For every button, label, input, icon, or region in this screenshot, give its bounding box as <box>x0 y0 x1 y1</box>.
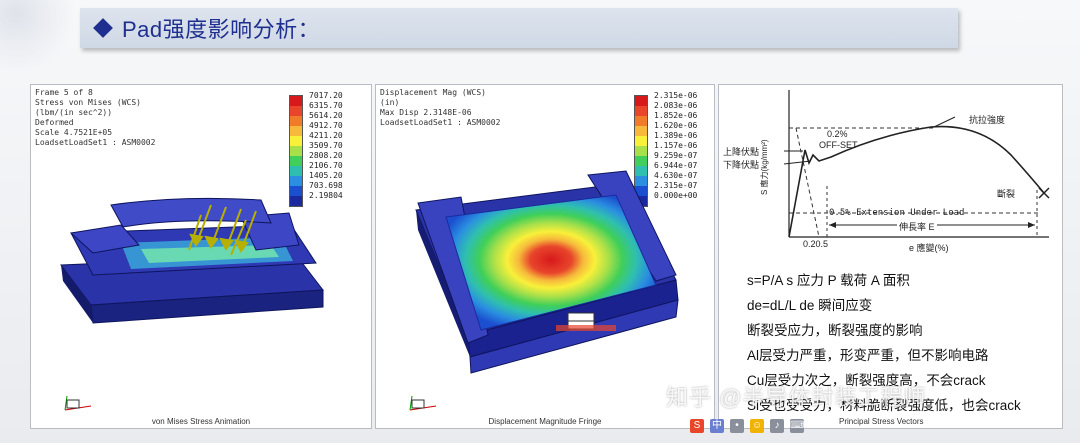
principal-stress-caption: Principal Stress Vectors <box>839 417 924 426</box>
tensile-strength-label: 抗拉強度 <box>969 115 1006 125</box>
x-axis-label: e 應變(%) <box>909 243 949 253</box>
displacement-caption: Displacement Magnitude Fringe <box>488 417 602 426</box>
axis-triad-icon <box>64 395 92 411</box>
punctuation-icon[interactable]: • <box>730 419 744 433</box>
extension-label: 0.5% Extension Under Load <box>829 208 965 218</box>
note-line: de=dL/L de 瞬间应变 <box>747 298 873 313</box>
diamond-bullet-icon <box>93 18 113 38</box>
lower-yield-label: 下降伏點 <box>723 160 760 170</box>
x-ticks-label: 0.20.5 <box>803 239 829 249</box>
stress-panel: Frame 5 of 8 Stress von Mises (WCS) (lbm… <box>30 84 372 429</box>
displacement-panel: Displacement Mag (WCS) (in) Max Disp 2.3… <box>375 84 715 429</box>
note-line: 断裂受应力，断裂强度的影响 <box>747 323 923 338</box>
note-line: s=P/A s 应力 P 载荷 A 面积 <box>747 273 910 288</box>
stress-caption: von Mises Stress Animation <box>151 417 251 426</box>
stress-strain-diagram <box>783 90 1050 238</box>
sogou-logo-icon[interactable]: S <box>690 419 704 433</box>
slide-title: Pad强度影响分析： <box>122 17 321 42</box>
fracture-label: 斷裂 <box>997 189 1016 199</box>
offset-label: OFF-SET <box>819 140 858 150</box>
corner-decoration <box>0 0 80 70</box>
voice-icon[interactable]: ♪ <box>770 419 784 433</box>
stress-strain-panel: 0.2% OFF-SET 抗拉強度 上降伏點 下降伏點 斷裂 0.5% Exte… <box>718 84 1063 429</box>
chinese-mode-icon[interactable]: 中 <box>710 419 724 433</box>
note-line: Al层受力严重，形变严重，但不影响电路 <box>747 348 989 363</box>
watermark-text: 知乎 @半导体封装工程师 <box>666 385 927 410</box>
displacement-model-render <box>415 170 679 374</box>
title-bar: Pad强度影响分析： <box>80 8 958 48</box>
keyboard-icon[interactable]: ⌨ <box>790 419 804 433</box>
offset-percent-label: 0.2% <box>827 129 848 139</box>
fracture-marker-icon <box>1038 187 1050 199</box>
stress-model-render <box>60 197 324 324</box>
y-axis-label: S 應力(kg/mm²) <box>760 139 769 195</box>
elongation-label: 伸長率 E <box>897 220 937 233</box>
axis-triad-icon <box>409 395 437 411</box>
upper-yield-label: 上降伏點 <box>723 147 760 157</box>
ime-toolbar[interactable]: S 中 • ☺ ♪ ⌨ <box>690 417 804 435</box>
emoji-icon[interactable]: ☺ <box>750 419 764 433</box>
